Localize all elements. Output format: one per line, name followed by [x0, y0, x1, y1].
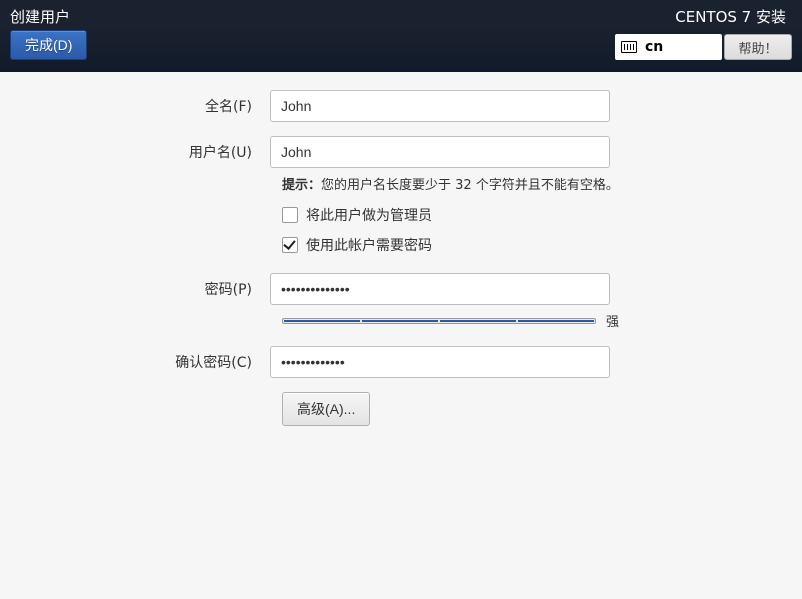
password-label: 密码(P)	[0, 279, 270, 299]
password-strength-bar	[282, 318, 596, 324]
confirm-password-label: 确认密码(C)	[0, 352, 270, 372]
keyboard-icon	[621, 41, 637, 53]
tip-prefix: 提示：	[282, 178, 321, 193]
content: 全名(F) 用户名(U) 提示：您的用户名长度要少于 32 个字符并且不能有空格…	[0, 72, 802, 426]
confirm-password-input[interactable]	[270, 346, 610, 378]
fullname-input[interactable]	[270, 90, 610, 122]
username-input[interactable]	[270, 136, 610, 168]
username-tip: 提示：您的用户名长度要少于 32 个字符并且不能有空格。	[282, 174, 802, 193]
admin-checkbox[interactable]	[282, 207, 298, 223]
require-password-checkbox[interactable]	[282, 237, 298, 253]
password-strength-label: 强	[606, 311, 619, 330]
done-button[interactable]: 完成(D)	[10, 30, 87, 60]
installer-title: CENTOS 7 安装	[675, 6, 786, 27]
help-button[interactable]: 帮助！	[724, 34, 792, 60]
require-password-label: 使用此帐户需要密码	[306, 235, 432, 255]
keyboard-layout-selector[interactable]: cn	[615, 34, 722, 60]
password-input[interactable]	[270, 273, 610, 305]
advanced-button[interactable]: 高级(A)...	[282, 392, 370, 426]
fullname-label: 全名(F)	[0, 96, 270, 116]
tip-text: 您的用户名长度要少于 32 个字符并且不能有空格。	[321, 178, 619, 193]
keyboard-layout-code: cn	[645, 39, 663, 55]
admin-checkbox-label: 将此用户做为管理员	[306, 205, 432, 225]
username-label: 用户名(U)	[0, 142, 270, 162]
header: 创建用户 CENTOS 7 安装 完成(D) cn 帮助！	[0, 0, 802, 72]
